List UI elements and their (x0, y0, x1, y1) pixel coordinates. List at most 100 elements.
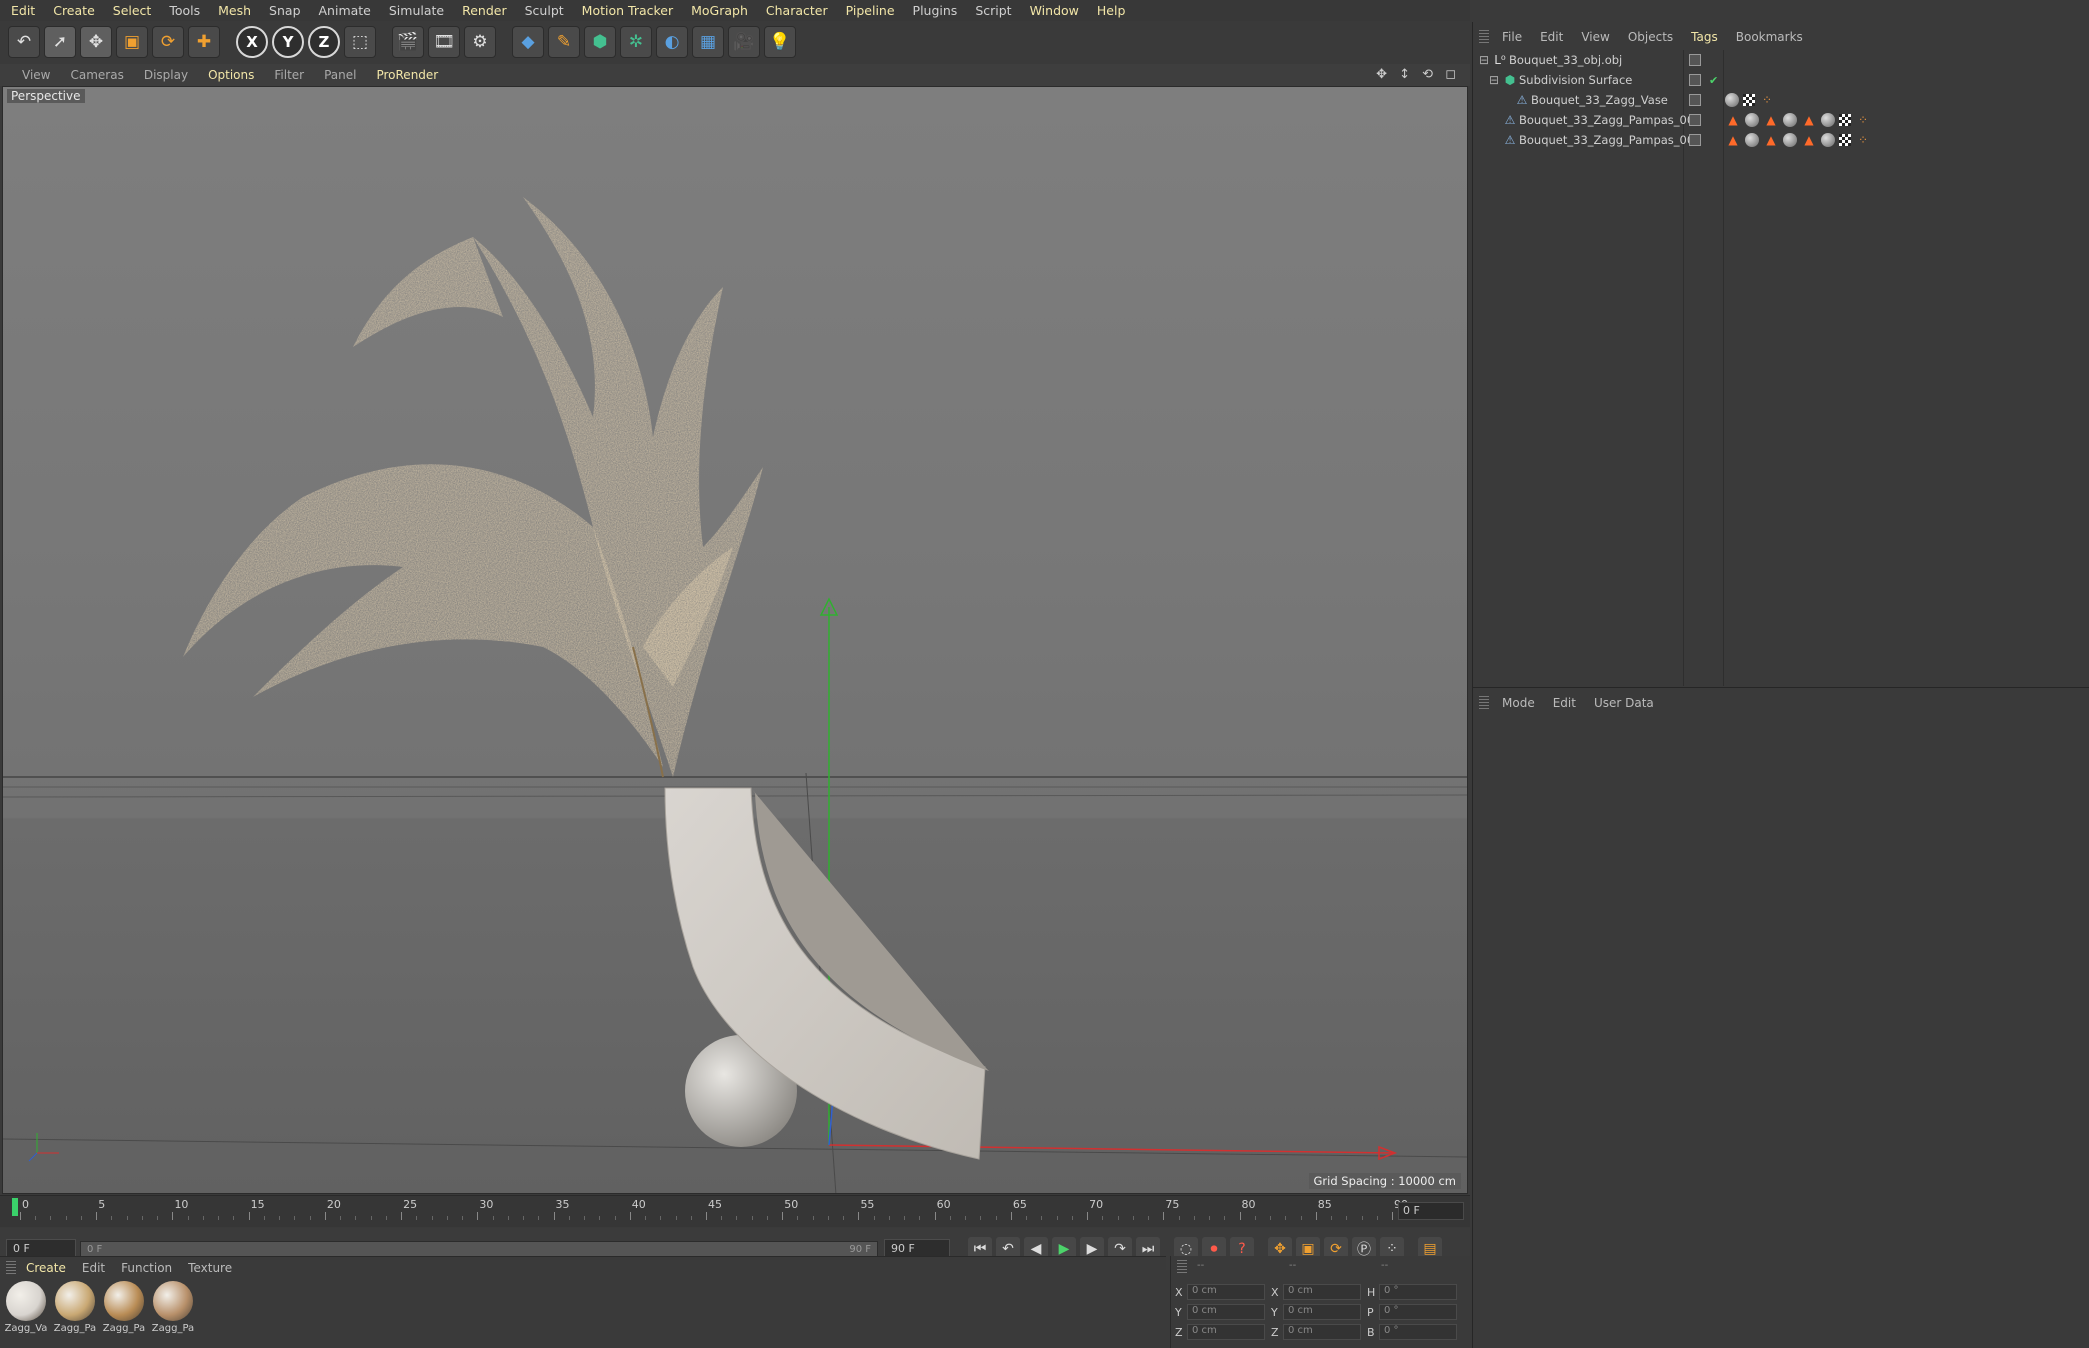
material-item[interactable]: Zagg_Pa (102, 1281, 146, 1339)
menu-mograph[interactable]: MoGraph (682, 3, 757, 18)
x-axis-lock-button[interactable]: X (236, 26, 268, 58)
coord-size-y-field[interactable]: 0 cm (1283, 1304, 1361, 1320)
z-axis-lock-button[interactable]: Z (308, 26, 340, 58)
object-row[interactable]: ⚠ Bouquet_33_Zagg_Pampas_001 ▲ ▲ ▲ ⁘ (1473, 110, 2089, 130)
collapse-icon[interactable]: ⊟ (1487, 73, 1501, 87)
menu-character[interactable]: Character (757, 3, 837, 18)
selection-tag-icon[interactable]: ⁘ (1855, 112, 1871, 128)
menu-select[interactable]: Select (104, 3, 161, 18)
coord-pos-x-field[interactable]: 0 cm (1187, 1284, 1265, 1300)
render-view-icon[interactable]: 🎬 (392, 26, 424, 58)
render-picture-queue-icon[interactable]: 🎞 (428, 26, 460, 58)
material-tag-icon[interactable] (1725, 93, 1739, 107)
material-menu-texture[interactable]: Texture (180, 1261, 240, 1275)
playhead[interactable] (12, 1198, 18, 1216)
panel-grip-icon[interactable] (1177, 1260, 1187, 1274)
visibility-toggle[interactable] (1689, 74, 1701, 86)
menu-script[interactable]: Script (966, 3, 1020, 18)
phong-tag-icon[interactable]: ▲ (1763, 112, 1779, 128)
light-icon[interactable]: 💡 (764, 26, 796, 58)
uvw-tag-icon[interactable] (1743, 94, 1755, 106)
rotate-icon[interactable]: ⟳ (152, 26, 184, 58)
viewport-menu-filter[interactable]: Filter (264, 68, 314, 82)
om-menu-tags[interactable]: Tags (1682, 30, 1727, 44)
menu-edit[interactable]: Edit (2, 3, 44, 18)
phong-tag-icon[interactable]: ▲ (1801, 132, 1817, 148)
coord-pos-y-field[interactable]: 0 cm (1187, 1304, 1265, 1320)
cube-icon[interactable]: ◆ (512, 26, 544, 58)
object-row[interactable]: ⚠ Bouquet_33_Zagg_Pampas_002 ▲ ▲ ▲ ⁘ (1473, 130, 2089, 150)
phong-tag-icon[interactable]: ▲ (1763, 132, 1779, 148)
material-item[interactable]: Zagg_Pa (151, 1281, 195, 1339)
render-settings-icon[interactable]: ⚙ (464, 26, 496, 58)
om-menu-view[interactable]: View (1572, 30, 1618, 44)
floor-icon[interactable]: ▦ (692, 26, 724, 58)
uvw-tag-icon[interactable] (1839, 134, 1851, 146)
viewport-menu-view[interactable]: View (12, 68, 60, 82)
viewport-menu-prorender[interactable]: ProRender (366, 68, 448, 82)
visibility-toggle[interactable] (1689, 54, 1701, 66)
menu-sculpt[interactable]: Sculpt (516, 3, 573, 18)
subdivision-icon[interactable]: ⬢ (584, 26, 616, 58)
material-tag-icon[interactable] (1821, 133, 1835, 147)
attr-menu-mode[interactable]: Mode (1493, 696, 1544, 710)
current-frame-field[interactable]: 0 F (1398, 1202, 1464, 1220)
material-menu-create[interactable]: Create (18, 1261, 74, 1275)
uvw-tag-icon[interactable] (1839, 114, 1851, 126)
material-tag-icon[interactable] (1821, 113, 1835, 127)
object-row[interactable]: ⊟ ⬢ Subdivision Surface ✔ (1473, 70, 2089, 90)
y-axis-lock-button[interactable]: Y (272, 26, 304, 58)
viewport-menu-display[interactable]: Display (134, 68, 198, 82)
viewport-menu-cameras[interactable]: Cameras (60, 68, 133, 82)
material-tag-icon[interactable] (1783, 113, 1797, 127)
add-icon[interactable]: ✚ (188, 26, 220, 58)
visibility-toggle[interactable] (1689, 94, 1701, 106)
perspective-viewport[interactable]: Perspective Grid Spacing: 10000 cm (2, 86, 1468, 1194)
timeline-ruler[interactable]: 051015202530354045505560657075808590 0 F (0, 1195, 1470, 1227)
mograph-icon[interactable]: ✲ (620, 26, 652, 58)
cursor-icon[interactable]: ➚ (44, 26, 76, 58)
coord-rot-h-field[interactable]: 0 ° (1379, 1284, 1457, 1300)
menu-tools[interactable]: Tools (160, 3, 209, 18)
object-row[interactable]: ⚠ Bouquet_33_Zagg_Vase ⁘ (1473, 90, 2089, 110)
viewport-nav-icons[interactable]: ✥ ↕ ⟲ ◻ (1376, 67, 1460, 82)
phong-tag-icon[interactable]: ▲ (1725, 112, 1741, 128)
menu-window[interactable]: Window (1021, 3, 1088, 18)
menu-help[interactable]: Help (1088, 3, 1135, 18)
pen-icon[interactable]: ✎ (548, 26, 580, 58)
menu-mesh[interactable]: Mesh (209, 3, 260, 18)
material-tag-icon[interactable] (1783, 133, 1797, 147)
viewport-menu-options[interactable]: Options (198, 68, 264, 82)
world-coord-icon[interactable]: ⬚ (344, 26, 376, 58)
menu-animate[interactable]: Animate (310, 3, 380, 18)
deformer-icon[interactable]: ◐ (656, 26, 688, 58)
coord-rot-p-field[interactable]: 0 ° (1379, 1304, 1457, 1320)
viewport-menu-panel[interactable]: Panel (314, 68, 366, 82)
menu-snap[interactable]: Snap (260, 3, 309, 18)
frame-range-slider[interactable]: 0 F 90 F (80, 1241, 878, 1257)
coord-size-x-field[interactable]: 0 cm (1283, 1284, 1361, 1300)
material-menu-function[interactable]: Function (113, 1261, 180, 1275)
material-tag-icon[interactable] (1745, 133, 1759, 147)
om-menu-objects[interactable]: Objects (1619, 30, 1682, 44)
menu-pipeline[interactable]: Pipeline (837, 3, 904, 18)
phong-tag-icon[interactable]: ▲ (1801, 112, 1817, 128)
menu-render[interactable]: Render (453, 3, 516, 18)
material-item[interactable]: Zagg_Va (4, 1281, 48, 1339)
menu-simulate[interactable]: Simulate (380, 3, 453, 18)
move-icon[interactable]: ✥ (80, 26, 112, 58)
undo-icon[interactable]: ↶ (8, 26, 40, 58)
coord-pos-z-field[interactable]: 0 cm (1187, 1324, 1265, 1340)
phong-tag-icon[interactable]: ▲ (1725, 132, 1741, 148)
om-menu-bookmarks[interactable]: Bookmarks (1727, 30, 1812, 44)
object-row[interactable]: ⊟ L⁰ Bouquet_33_obj.obj (1473, 50, 2089, 70)
visibility-toggle[interactable] (1689, 134, 1701, 146)
attr-menu-user-data[interactable]: User Data (1585, 696, 1663, 710)
material-item[interactable]: Zagg_Pa (53, 1281, 97, 1339)
selection-tag-icon[interactable]: ⁘ (1855, 132, 1871, 148)
om-menu-edit[interactable]: Edit (1531, 30, 1572, 44)
menu-motion-tracker[interactable]: Motion Tracker (573, 3, 682, 18)
om-menu-file[interactable]: File (1493, 30, 1531, 44)
attr-menu-edit[interactable]: Edit (1544, 696, 1585, 710)
enabled-check-icon[interactable]: ✔ (1709, 74, 1718, 87)
